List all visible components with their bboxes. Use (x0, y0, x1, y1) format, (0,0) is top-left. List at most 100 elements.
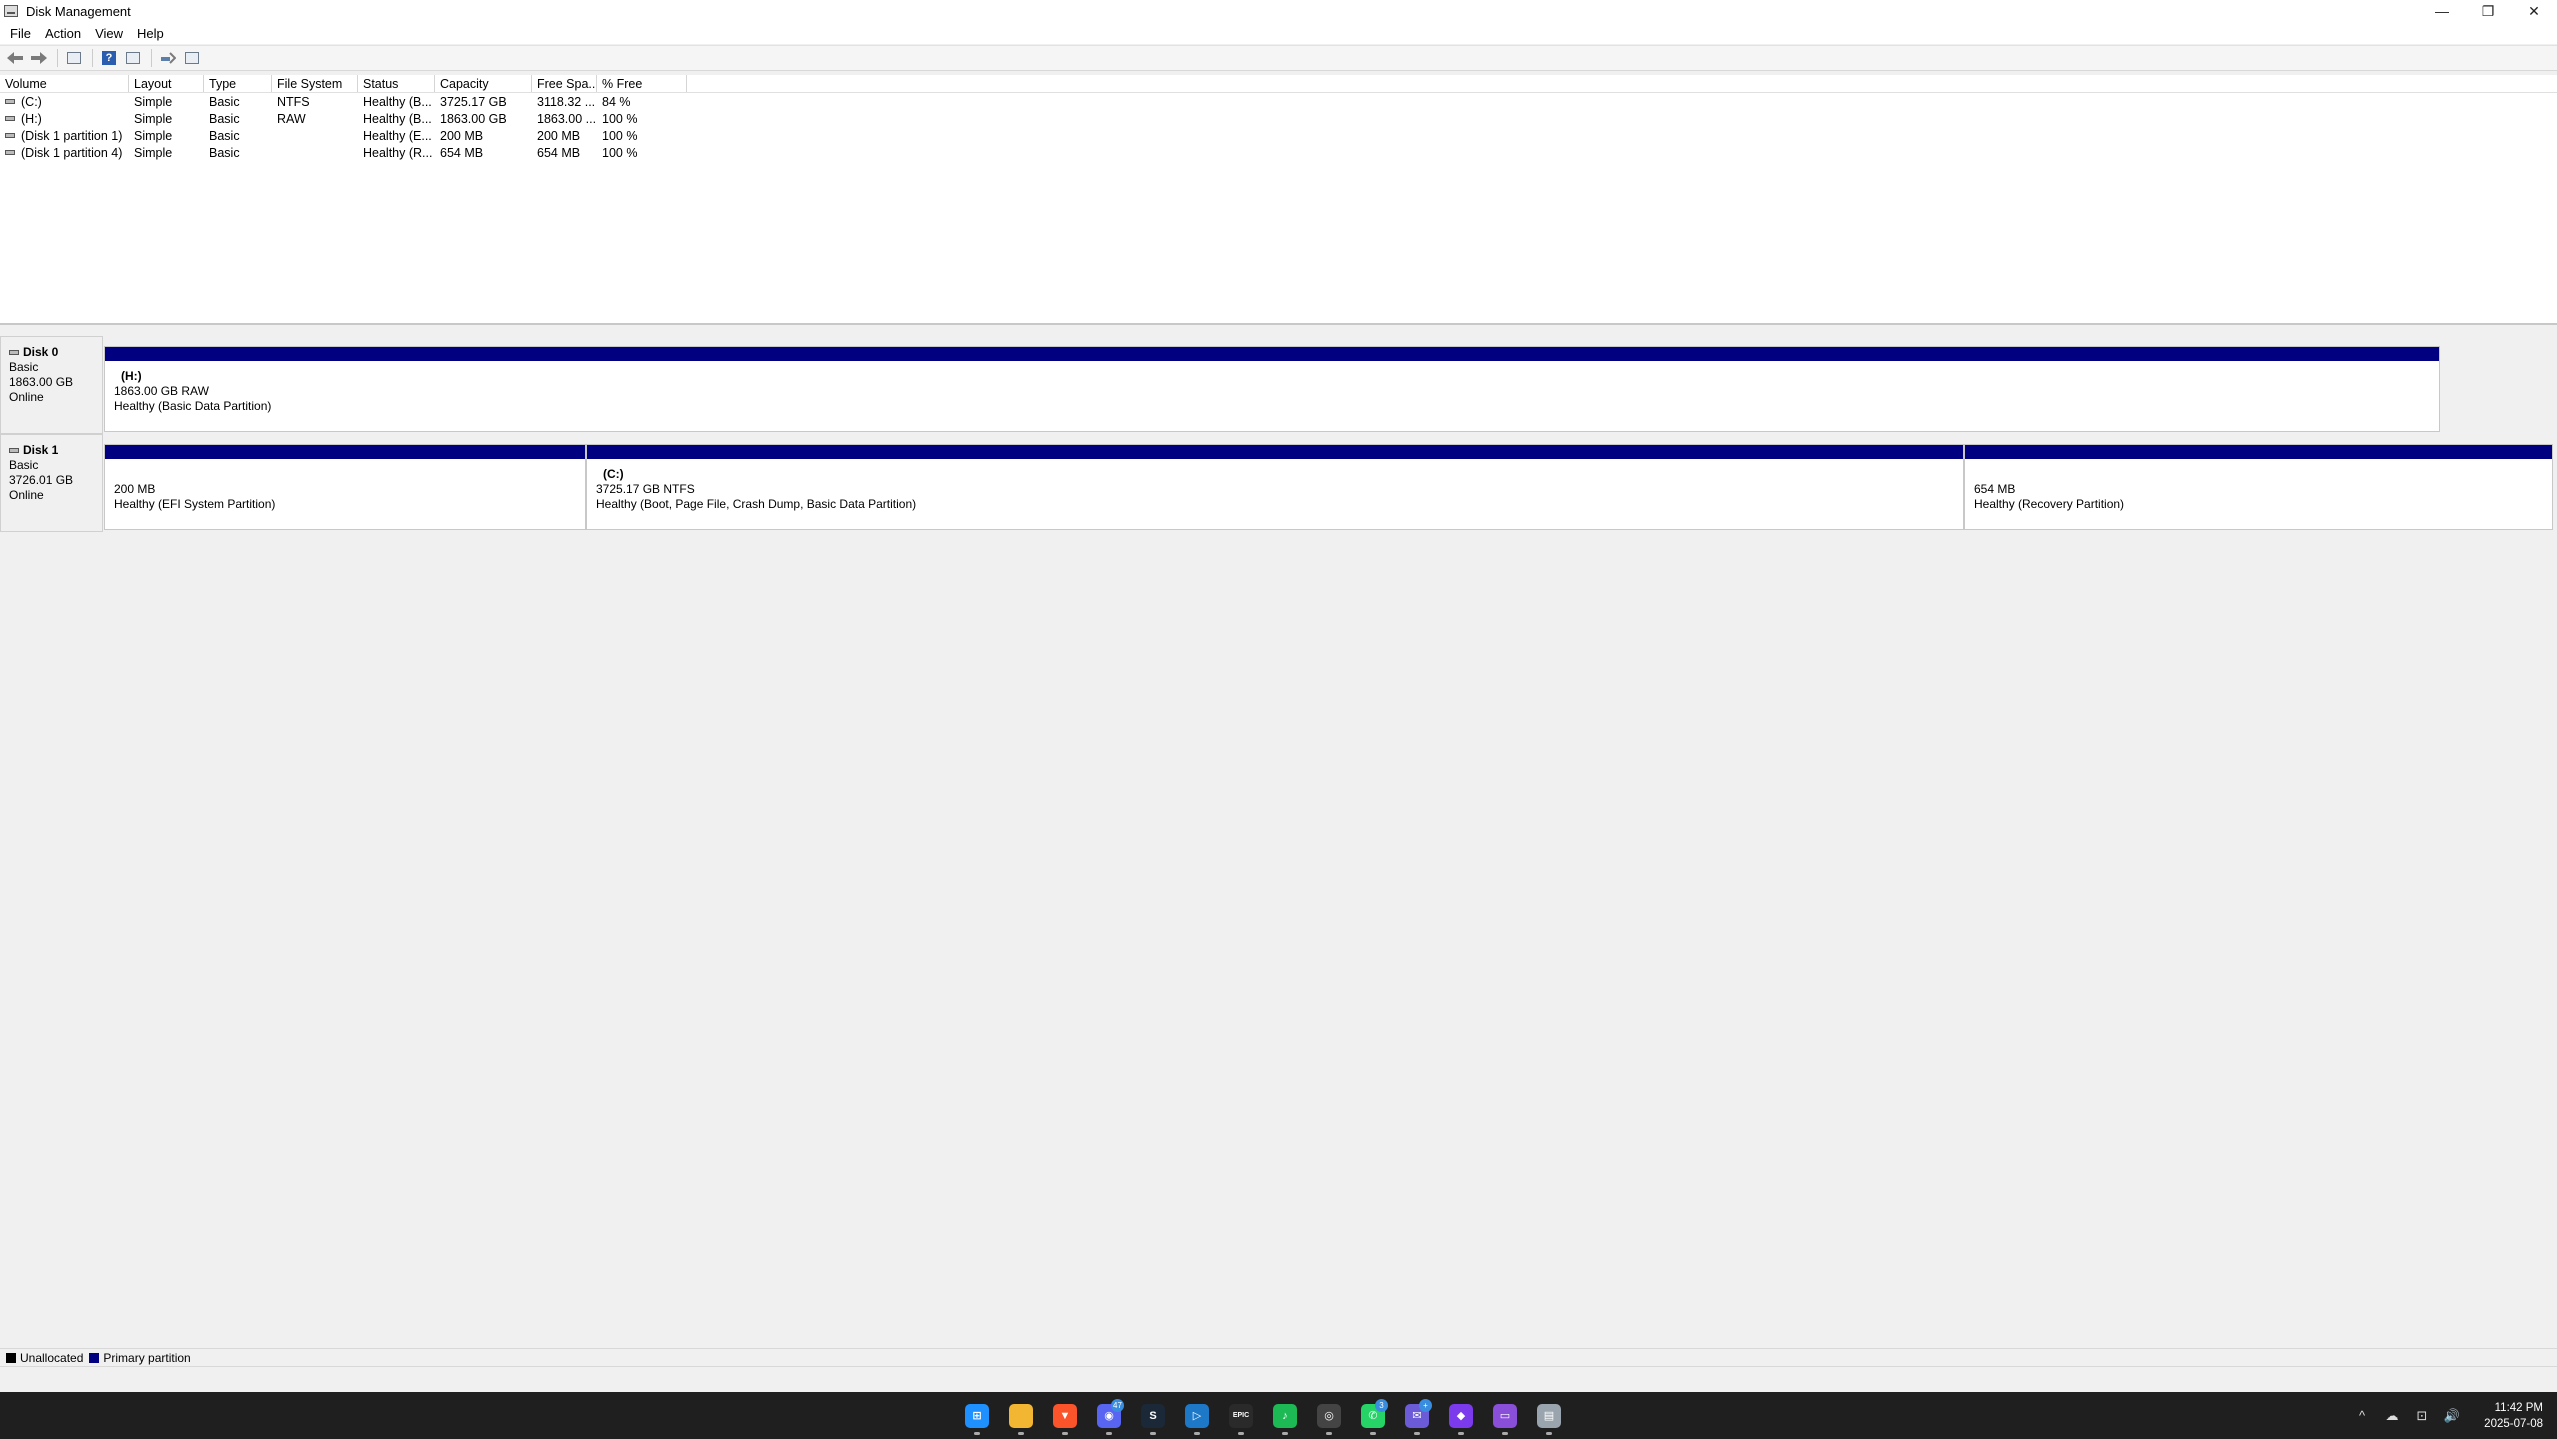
restore-button[interactable]: ❐ (2465, 0, 2511, 22)
disk-1-row: Disk 1 Basic 3726.01 GB Online 200 MB He… (0, 434, 2557, 532)
file-explorer-icon (1009, 1403, 1033, 1428)
minimize-button[interactable]: — (2419, 0, 2465, 22)
partition-h[interactable]: (H:) 1863.00 GB RAW Healthy (Basic Data … (104, 346, 2440, 432)
column-volume[interactable]: Volume (0, 75, 129, 92)
cell-file-system: RAW (277, 111, 306, 126)
properties-icon[interactable] (122, 48, 144, 68)
network-icon[interactable]: ⊡ (2407, 1408, 2437, 1424)
forward-arrow-icon[interactable] (28, 48, 50, 68)
menu-help[interactable]: Help (130, 26, 171, 41)
partition-efi[interactable]: 200 MB Healthy (EFI System Partition) (104, 444, 586, 530)
cell-capacity: 200 MB (440, 128, 484, 143)
partition-name: (C:) (603, 467, 624, 481)
cell-free-space: 654 MB (537, 145, 581, 160)
disk-1-label[interactable]: Disk 1 Basic 3726.01 GB Online (0, 434, 103, 532)
taskbar-obsidian-icon[interactable]: ◆ (1439, 1396, 1483, 1436)
notification-badge: 47 (1111, 1398, 1124, 1412)
cell-type: Basic (209, 128, 240, 143)
partition-status: Healthy (Boot, Page File, Crash Dump, Ba… (596, 497, 917, 511)
taskbar-file-explorer-icon[interactable] (999, 1396, 1043, 1436)
table-row[interactable]: (C:) Simple Basic NTFS Healthy (B... 372… (0, 93, 2557, 110)
disk-management-icon (4, 5, 18, 17)
cell-type: Basic (209, 94, 240, 109)
taskbar-start-icon[interactable]: ⊞ (955, 1396, 999, 1436)
cell-file-system: NTFS (277, 94, 310, 109)
clock[interactable]: 11:42 PM 2025-07-08 (2467, 1400, 2557, 1432)
cell-percent-free: 100 % (602, 111, 638, 126)
column-percent-free[interactable]: % Free (597, 75, 687, 92)
cell-file-system (272, 144, 358, 161)
disk-name: Disk 0 (23, 345, 59, 359)
column-layout[interactable]: Layout (129, 75, 204, 92)
taskbar-files-icon[interactable]: ▭ (1483, 1396, 1527, 1436)
help-icon[interactable]: ? (98, 48, 120, 68)
running-indicator (1238, 1431, 1244, 1435)
cell-free-space: 3118.32 ... (537, 94, 596, 109)
legend-label: Primary partition (103, 1350, 191, 1365)
volume-name: (Disk 1 partition 4) (21, 145, 123, 160)
partition-recovery[interactable]: 654 MB Healthy (Recovery Partition) (1964, 444, 2553, 530)
taskbar-discord-icon[interactable]: ◉ 47 (1087, 1396, 1131, 1436)
cell-status: Healthy (R... (363, 145, 433, 160)
taskbar-brave-icon[interactable]: ▼ (1043, 1396, 1087, 1436)
close-button[interactable]: ✕ (2511, 0, 2557, 22)
taskbar-epic-games-icon[interactable]: EPIC (1219, 1396, 1263, 1436)
legend-swatch (89, 1352, 100, 1363)
notification-badge: + (1419, 1398, 1432, 1412)
volume-name: (H:) (21, 111, 42, 126)
cell-status: Healthy (B... (363, 94, 432, 109)
cell-percent-free: 100 % (602, 128, 638, 143)
window-controls: — ❐ ✕ (2419, 0, 2557, 22)
running-indicator (1546, 1431, 1552, 1435)
cell-percent-free: 84 % (602, 94, 631, 109)
title-bar: Disk Management — ❐ ✕ (0, 0, 2557, 22)
disk-state: Online (9, 488, 44, 502)
volume-icon[interactable]: 🔊 (2437, 1408, 2467, 1424)
status-bar (0, 1366, 2557, 1392)
partition-size: 3725.17 GB NTFS (596, 482, 695, 496)
menu-file[interactable]: File (3, 26, 38, 41)
taskbar-app-icon[interactable]: ◎ (1307, 1396, 1351, 1436)
running-indicator (1414, 1431, 1420, 1435)
view-icon[interactable] (181, 48, 203, 68)
notification-badge: 3 (1375, 1398, 1388, 1412)
show-hide-console-tree-icon[interactable] (63, 48, 85, 68)
table-row[interactable]: (Disk 1 partition 1) Simple Basic Health… (0, 127, 2557, 144)
disk-type: Basic (9, 458, 39, 472)
cell-layout: Simple (134, 111, 173, 126)
disk-0-label[interactable]: Disk 0 Basic 1863.00 GB Online (0, 336, 103, 434)
toolbar-separator (92, 49, 93, 67)
column-type[interactable]: Type (204, 75, 272, 92)
primary-partition-bar (1965, 445, 2552, 459)
onedrive-icon[interactable]: ☁ (2377, 1408, 2407, 1424)
cell-volume: (H:) (0, 110, 129, 127)
column-status[interactable]: Status (358, 75, 435, 92)
clock-date: 2025-07-08 (2484, 1417, 2543, 1430)
taskbar-steam-icon[interactable]: S (1131, 1396, 1175, 1436)
partition-c[interactable]: (C:) 3725.17 GB NTFS Healthy (Boot, Page… (586, 444, 1964, 530)
column-free-space[interactable]: Free Spa... (532, 75, 597, 92)
partition-size: 1863.00 GB RAW (114, 384, 209, 398)
remote-icon: ▷ (1185, 1403, 1209, 1428)
taskbar-spotify-icon[interactable]: ♪ (1263, 1396, 1307, 1436)
back-arrow-icon[interactable] (4, 48, 26, 68)
menu-view[interactable]: View (88, 26, 130, 41)
brave-icon: ▼ (1053, 1403, 1077, 1428)
partition-name: (H:) (121, 369, 142, 383)
taskbar-whatsapp-icon[interactable]: ✆ 3 (1351, 1396, 1395, 1436)
volume-list: Volume Layout Type File System Status Ca… (0, 75, 2557, 325)
taskbar-mail-icon[interactable]: ✉ + (1395, 1396, 1439, 1436)
table-row[interactable]: (Disk 1 partition 4) Simple Basic Health… (0, 144, 2557, 161)
volume-list-header: Volume Layout Type File System Status Ca… (0, 75, 2557, 93)
connect-icon[interactable] (157, 48, 179, 68)
column-file-system[interactable]: File System (272, 75, 358, 92)
table-row[interactable]: (H:) Simple Basic RAW Healthy (B... 1863… (0, 110, 2557, 127)
menu-action[interactable]: Action (38, 26, 88, 41)
taskbar-remote-icon[interactable]: ▷ (1175, 1396, 1219, 1436)
column-capacity[interactable]: Capacity (435, 75, 532, 92)
cell-volume: (Disk 1 partition 4) (0, 144, 129, 161)
taskbar-disk-management-icon[interactable]: ▤ (1527, 1396, 1571, 1436)
chevron-up-icon[interactable]: ^ (2347, 1408, 2377, 1423)
running-indicator (1106, 1431, 1112, 1435)
start-icon: ⊞ (965, 1403, 989, 1428)
